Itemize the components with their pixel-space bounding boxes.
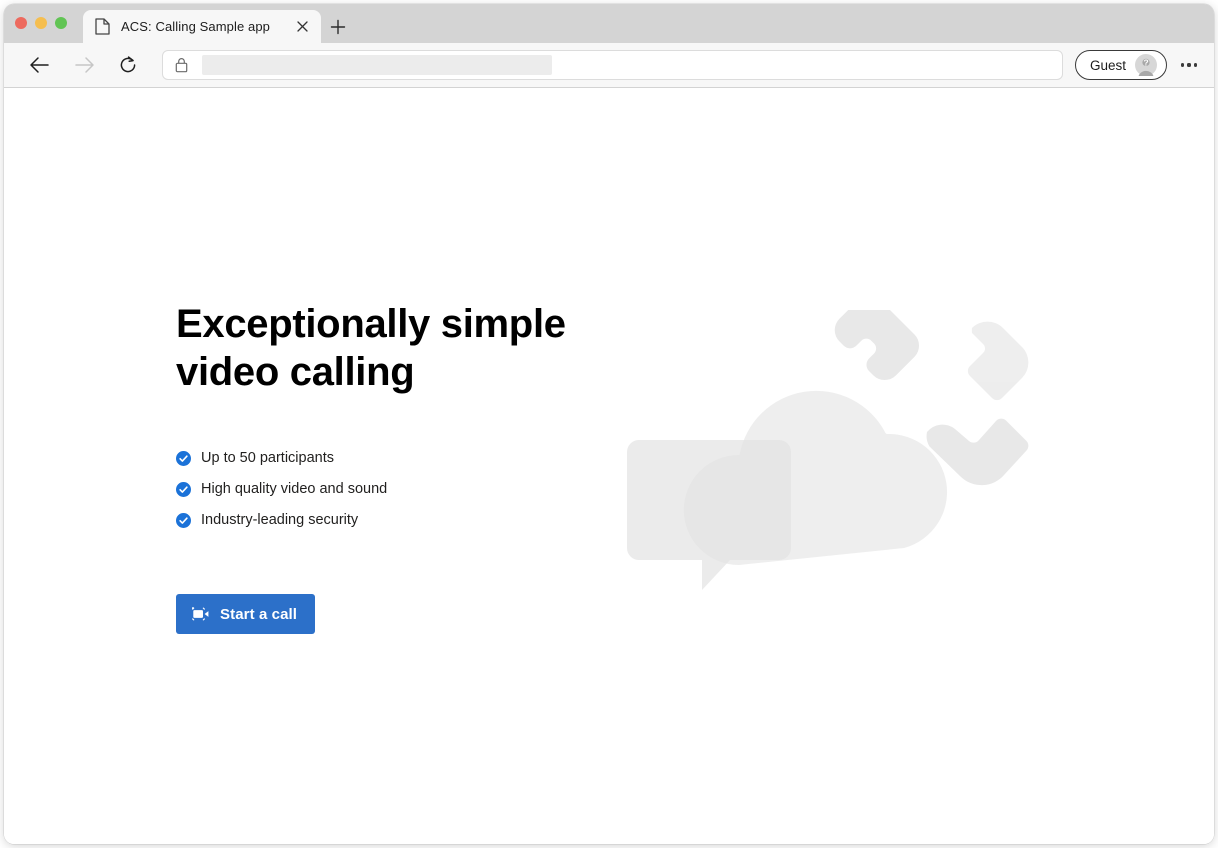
more-options-button[interactable] [1176, 52, 1202, 78]
lock-icon [175, 58, 188, 73]
tab-strip: ACS: Calling Sample app [4, 4, 1214, 43]
arrow-left-icon [29, 57, 49, 73]
list-item: Industry-leading security [176, 511, 596, 529]
person-question-avatar-icon: ? [1135, 54, 1158, 76]
close-window-button[interactable] [15, 17, 27, 29]
minimize-window-button[interactable] [35, 17, 47, 29]
more-horizontal-icon [1187, 63, 1191, 67]
address-bar[interactable] [162, 50, 1063, 80]
start-call-button[interactable]: Start a call [176, 594, 316, 634]
browser-toolbar: Guest ? [4, 43, 1214, 88]
page-title: Exceptionally simple video calling [176, 302, 566, 394]
browser-window: ACS: Calling Sample app Guest ? Exceptio… [4, 4, 1214, 844]
feature-label: Up to 50 participants [201, 450, 334, 466]
more-horizontal-icon [1181, 63, 1185, 67]
feature-list: Up to 50 participants High quality video… [176, 449, 596, 529]
hero-section: Exceptionally simple video calling Up to… [176, 300, 596, 634]
url-text[interactable] [202, 55, 552, 75]
phone-handset-arm [926, 321, 1029, 486]
new-tab-button[interactable] [327, 16, 349, 38]
check-circle-icon [176, 512, 191, 528]
tab-title: ACS: Calling Sample app [121, 19, 270, 34]
desktop-background: ACS: Calling Sample app Guest ? Exceptio… [0, 0, 1218, 848]
browser-tab[interactable]: ACS: Calling Sample app [83, 10, 321, 43]
video-camera-icon [192, 607, 209, 621]
page-content: Exceptionally simple video calling Up to… [4, 88, 1214, 844]
svg-text:?: ? [1143, 58, 1148, 68]
more-horizontal-icon [1193, 63, 1197, 67]
window-controls [15, 17, 67, 29]
check-circle-icon [176, 481, 191, 497]
profile-label: Guest [1090, 57, 1127, 73]
page-icon [95, 18, 110, 35]
list-item: High quality video and sound [176, 480, 596, 498]
start-call-label: Start a call [220, 605, 298, 623]
feature-label: High quality video and sound [201, 481, 388, 497]
maximize-window-button[interactable] [55, 17, 67, 29]
feature-label: Industry-leading security [201, 512, 359, 528]
reload-icon [120, 56, 136, 73]
check-circle-icon [176, 450, 191, 466]
forward-button [70, 51, 98, 79]
reload-button[interactable] [114, 51, 142, 79]
arrow-right-icon [74, 57, 94, 73]
cloud-phone-chat-illustration [627, 310, 1029, 590]
back-button[interactable] [25, 51, 53, 79]
list-item: Up to 50 participants [176, 449, 596, 467]
close-icon[interactable] [293, 18, 311, 36]
plus-icon [330, 19, 346, 35]
chat-bubble-shape [627, 440, 791, 590]
profile-button[interactable]: Guest ? [1075, 50, 1167, 80]
